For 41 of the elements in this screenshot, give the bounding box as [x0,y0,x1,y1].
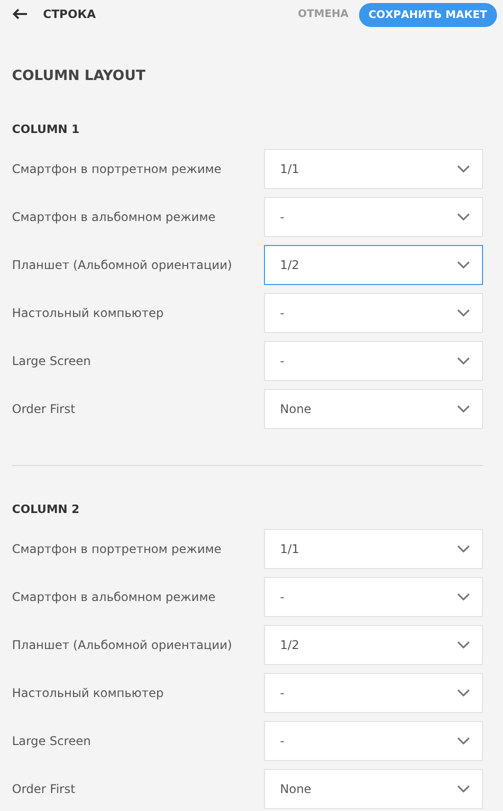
field-label: Смартфон в портретном режиме [12,162,222,176]
chevron-down-icon [457,689,470,697]
chevron-down-icon [457,545,470,553]
chevron-down-icon [457,261,470,269]
field-label: Смартфон в альбомном режиме [12,210,216,224]
chevron-down-icon [457,213,470,221]
chevron-down-icon [457,309,470,317]
field-label: Настольный компьютер [12,306,164,320]
dropdown-field[interactable]: - [264,341,483,381]
dropdown-field[interactable]: 1/1 [264,149,483,189]
chevron-down-icon [457,593,470,601]
field-label: Large Screen [12,354,91,368]
field-label: Смартфон в альбомном режиме [12,590,216,604]
chevron-down-icon [457,785,470,793]
dropdown-field[interactable]: - [264,197,483,237]
dropdown-field[interactable]: - [264,721,483,761]
field-label: Large Screen [12,734,91,748]
field-label: Смартфон в портретном режиме [12,542,222,556]
dropdown-field[interactable]: - [264,577,483,617]
column-heading: COLUMN 2 [12,501,81,518]
page-title: СТРОКА [43,7,96,21]
chevron-down-icon [457,641,470,649]
dropdown-field[interactable]: None [264,389,483,429]
dropdown-field[interactable]: None [264,769,483,809]
dropdown-field[interactable]: - [264,673,483,713]
field-label: Order First [12,402,76,416]
field-label: Настольный компьютер [12,686,164,700]
field-label: Планшет (Альбомной ориентации) [12,638,232,652]
column-heading: COLUMN 1 [12,121,81,138]
dropdown-field[interactable]: 1/1 [264,529,483,569]
dropdown-field[interactable]: 1/2 [264,245,483,285]
field-label: Order First [12,782,76,796]
chevron-down-icon [457,405,470,413]
section-title: COLUMN LAYOUT [12,67,146,86]
dropdown-field[interactable]: 1/2 [264,625,483,665]
chevron-down-icon [457,737,470,745]
dropdown-field[interactable]: - [264,293,483,333]
chevron-down-icon [457,357,470,365]
field-label: Планшет (Альбомной ориентации) [12,258,232,272]
back-icon[interactable] [12,8,28,20]
chevron-down-icon [457,165,470,173]
